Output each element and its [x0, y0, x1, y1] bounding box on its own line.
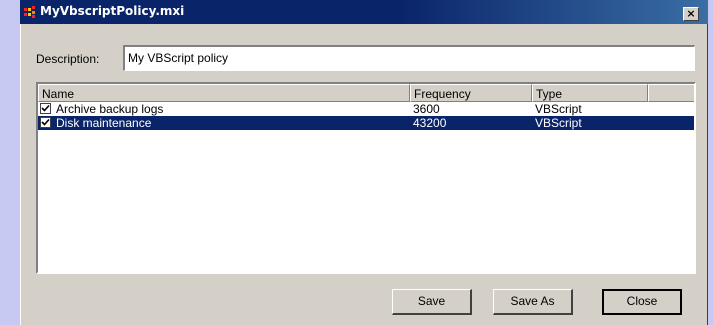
column-header-type[interactable]: Type [532, 84, 648, 102]
save-as-button[interactable]: Save As [493, 289, 573, 315]
checkbox[interactable] [40, 117, 51, 128]
description-field[interactable]: My VBScript policy [123, 45, 695, 71]
row-name: Archive backup logs [56, 102, 164, 116]
window-title: MyVbscriptPolicy.mxi [40, 4, 185, 18]
app-icon [23, 5, 37, 19]
checkmark-icon [41, 104, 50, 112]
list-header: Name Frequency Type [38, 84, 694, 102]
list-item-selected[interactable]: Disk maintenance 43200 VBScript [38, 116, 694, 130]
save-button[interactable]: Save [392, 289, 472, 315]
title-bar[interactable]: MyVbscriptPolicy.mxi × [20, 0, 708, 24]
column-header-name[interactable]: Name [38, 84, 410, 102]
checkbox[interactable] [40, 103, 51, 114]
checkmark-icon [41, 118, 50, 126]
list-item[interactable]: Archive backup logs 3600 VBScript [38, 102, 694, 116]
description-label: Description: [36, 52, 100, 66]
close-icon[interactable]: × [683, 7, 699, 21]
column-header-frequency[interactable]: Frequency [410, 84, 532, 102]
column-header-empty[interactable] [648, 84, 694, 102]
row-frequency: 43200 [413, 116, 447, 130]
row-frequency: 3600 [413, 102, 440, 116]
dialog-window: MyVbscriptPolicy.mxi × Description: My V… [20, 0, 708, 325]
row-type: VBScript [535, 102, 582, 116]
row-type: VBScript [535, 116, 582, 130]
row-name: Disk maintenance [56, 116, 152, 130]
policy-list[interactable]: Name Frequency Type Archive backup logs … [36, 82, 696, 274]
close-button[interactable]: Close [602, 289, 682, 315]
